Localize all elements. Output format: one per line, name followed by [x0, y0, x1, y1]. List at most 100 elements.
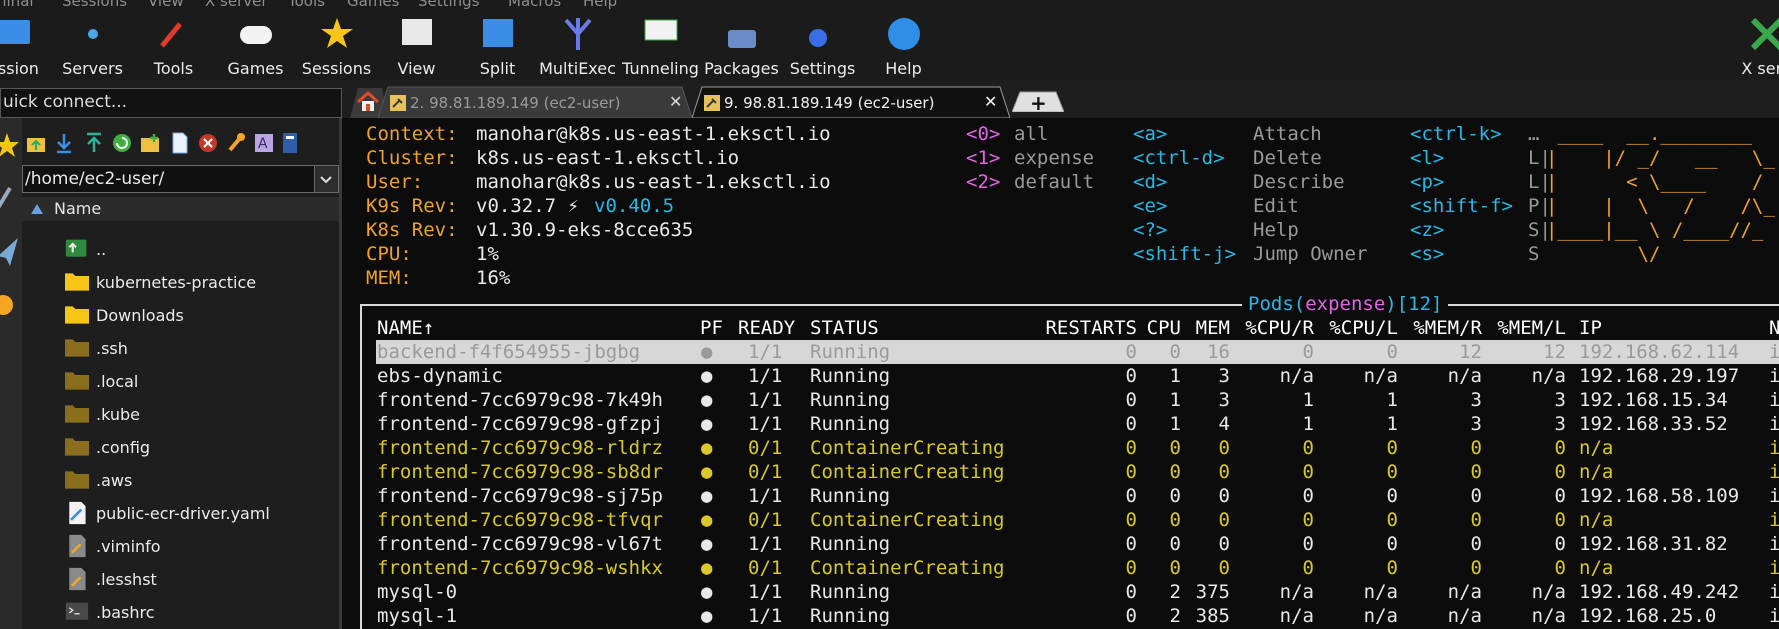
- column-header[interactable]: N: [1769, 316, 1779, 340]
- file-row[interactable]: public-ecr-driver.yaml: [22, 496, 339, 529]
- servers-button[interactable]: Servers: [62, 16, 123, 82]
- star-icon[interactable]: [0, 132, 20, 158]
- download-icon[interactable]: [54, 132, 74, 154]
- view-button[interactable]: View: [398, 16, 435, 82]
- pod-memr: 0: [1470, 437, 1482, 459]
- new-folder-icon[interactable]: [140, 132, 160, 154]
- refresh-icon[interactable]: [112, 132, 132, 154]
- file-row[interactable]: Downloads: [22, 298, 339, 331]
- file-row[interactable]: .local: [22, 364, 339, 397]
- path-dropdown-button[interactable]: [314, 166, 338, 192]
- sessions-star-button[interactable]: Sessions: [302, 16, 371, 82]
- file-row[interactable]: .kube: [22, 397, 339, 430]
- info-value: v1.30.9-eks-8cce635: [476, 219, 694, 241]
- pod-row[interactable]: frontend-7cc6979c98-tfvqr ● 0/1 ContainerCr…: [342, 508, 1779, 532]
- wrench-icon[interactable]: [226, 132, 246, 154]
- new-file-icon[interactable]: [170, 132, 190, 154]
- bookmark-icon[interactable]: [280, 132, 300, 154]
- help-button[interactable]: ? Help: [885, 16, 922, 82]
- file-row[interactable]: .ssh: [22, 331, 339, 364]
- pod-meml: 0: [1554, 533, 1566, 555]
- file-row[interactable]: .viminfo: [22, 529, 339, 562]
- column-header[interactable]: PF: [700, 316, 723, 340]
- tools-strip-icon[interactable]: [0, 184, 18, 210]
- menu-item[interactable]: View: [148, 0, 184, 10]
- pod-row[interactable]: mysql-0 ● 1/1 Running 0 2 375 n/a n/a n/a n/a 192.1…: [342, 580, 1779, 604]
- file-row[interactable]: ..: [22, 232, 339, 265]
- pod-cpu: 0: [1169, 485, 1181, 507]
- file-row[interactable]: .lesshst: [22, 562, 339, 595]
- column-header[interactable]: STATUS: [810, 316, 879, 340]
- menu-item[interactable]: rminal: [0, 0, 34, 10]
- key-shortcut: <d> Describe: [1133, 171, 1345, 193]
- column-header[interactable]: RESTARTS: [1045, 316, 1137, 340]
- tab-session-2[interactable]: 2. 98.81.189.149 (ec2-user) ✕: [378, 86, 692, 118]
- close-icon[interactable]: ✕: [669, 92, 682, 111]
- file-row[interactable]: .aws: [22, 463, 339, 496]
- menu-item[interactable]: Settings: [418, 0, 480, 10]
- new-tab-button[interactable]: +: [1012, 86, 1064, 118]
- multiexec-button[interactable]: MultiExec: [539, 16, 616, 82]
- column-header[interactable]: NAME↑: [377, 316, 434, 340]
- pod-meml: n/a: [1531, 581, 1566, 603]
- upload-icon[interactable]: [84, 132, 104, 154]
- delete-icon[interactable]: [198, 132, 218, 154]
- menu-item[interactable]: Sessions: [62, 0, 127, 10]
- session-button[interactable]: ession: [0, 16, 39, 82]
- tools-button[interactable]: Tools: [154, 16, 193, 82]
- menu-item[interactable]: Macros: [508, 0, 561, 10]
- column-header[interactable]: CPU: [1147, 316, 1181, 340]
- macro-icon[interactable]: [0, 294, 14, 316]
- menu-item[interactable]: Tools: [288, 0, 325, 10]
- file-row[interactable]: .config: [22, 430, 339, 463]
- pod-row[interactable]: frontend-7cc6979c98-rldrz ● 0/1 ContainerCr…: [342, 436, 1779, 460]
- pod-name: mysql-0: [377, 581, 458, 603]
- folder-up-icon[interactable]: [26, 132, 46, 154]
- menu-item[interactable]: Help: [583, 0, 617, 10]
- namespace-shortcut: <1> expense: [966, 147, 1095, 169]
- tab-session-9[interactable]: 9. 98.81.189.149 (ec2-user) ✕: [692, 86, 1010, 118]
- pod-row[interactable]: frontend-7cc6979c98-sj75p ● 1/1 Running 0 0 0 0…: [342, 484, 1779, 508]
- column-header[interactable]: READY: [738, 316, 795, 340]
- path-input[interactable]: /home/ec2-user/: [22, 165, 339, 193]
- pod-cpul: 0: [1386, 557, 1398, 579]
- close-icon[interactable]: ✕: [984, 92, 997, 111]
- pod-row[interactable]: frontend-7cc6979c98-7k49h ● 1/1 Running 0 1 3 1…: [342, 388, 1779, 412]
- pod-row[interactable]: frontend-7cc6979c98-sb8dr ● 0/1 ContainerCr…: [342, 460, 1779, 484]
- rename-icon[interactable]: A: [254, 132, 274, 154]
- pod-memr: 3: [1470, 413, 1482, 435]
- pod-row[interactable]: mysql-1 ● 1/1 Running 0 2 385 n/a n/a n/a n/a 192.1…: [342, 604, 1779, 628]
- column-header[interactable]: IP: [1579, 316, 1602, 340]
- column-header[interactable]: %MEM/R: [1413, 316, 1482, 340]
- split-button[interactable]: Split: [480, 16, 515, 82]
- pod-row[interactable]: frontend-7cc6979c98-gfzpj ● 1/1 Running 0 1 4 1…: [342, 412, 1779, 436]
- terminal-file-icon: [65, 602, 89, 620]
- pod-row[interactable]: frontend-7cc6979c98-vl67t ● 1/1 Running 0 0 0 0…: [342, 532, 1779, 556]
- tunneling-button[interactable]: Tunneling: [622, 16, 699, 82]
- folder-icon: [65, 306, 89, 324]
- settings-button[interactable]: Settings: [790, 16, 855, 82]
- info-key: K8s Rev:: [366, 219, 458, 241]
- terminal-panel[interactable]: Context: manohar@k8s.us-east-1.eksctl.io C…: [342, 118, 1779, 629]
- file-row[interactable]: kubernetes-practice: [22, 265, 339, 298]
- packages-button[interactable]: Packages: [704, 16, 779, 82]
- column-header[interactable]: %CPU/L: [1329, 316, 1398, 340]
- quick-connect-input[interactable]: uick connect...: [0, 88, 342, 118]
- info-row: Cluster: k8s.us-east-1.eksctl.io: [366, 146, 739, 170]
- games-button[interactable]: Games: [228, 16, 283, 82]
- file-row[interactable]: .bashrc: [22, 595, 339, 628]
- menu-item[interactable]: Games: [347, 0, 399, 10]
- menu-item[interactable]: X server: [205, 0, 268, 10]
- info-key: K9s Rev:: [366, 195, 458, 217]
- pod-row[interactable]: ebs-dynamic ● 1/1 Running 0 1 3 n/a n/a n/a n/a 192…: [342, 364, 1779, 388]
- info-key: Cluster:: [366, 147, 458, 169]
- column-header[interactable]: %MEM/L: [1497, 316, 1566, 340]
- column-header[interactable]: MEM: [1196, 316, 1230, 340]
- column-header[interactable]: %CPU/R: [1245, 316, 1314, 340]
- pod-row[interactable]: frontend-7cc6979c98-wshkx ● 0/1 ContainerCr…: [342, 556, 1779, 580]
- sftp-toolbar: A: [22, 128, 342, 158]
- send-icon[interactable]: [0, 236, 20, 268]
- pod-row[interactable]: backend-f4f654955-jbgbg ● 1/1 Running 0 0 16 0 0…: [342, 340, 1779, 364]
- file-column-header[interactable]: Name: [22, 197, 339, 221]
- x-server-button[interactable]: X serv: [1741, 16, 1779, 82]
